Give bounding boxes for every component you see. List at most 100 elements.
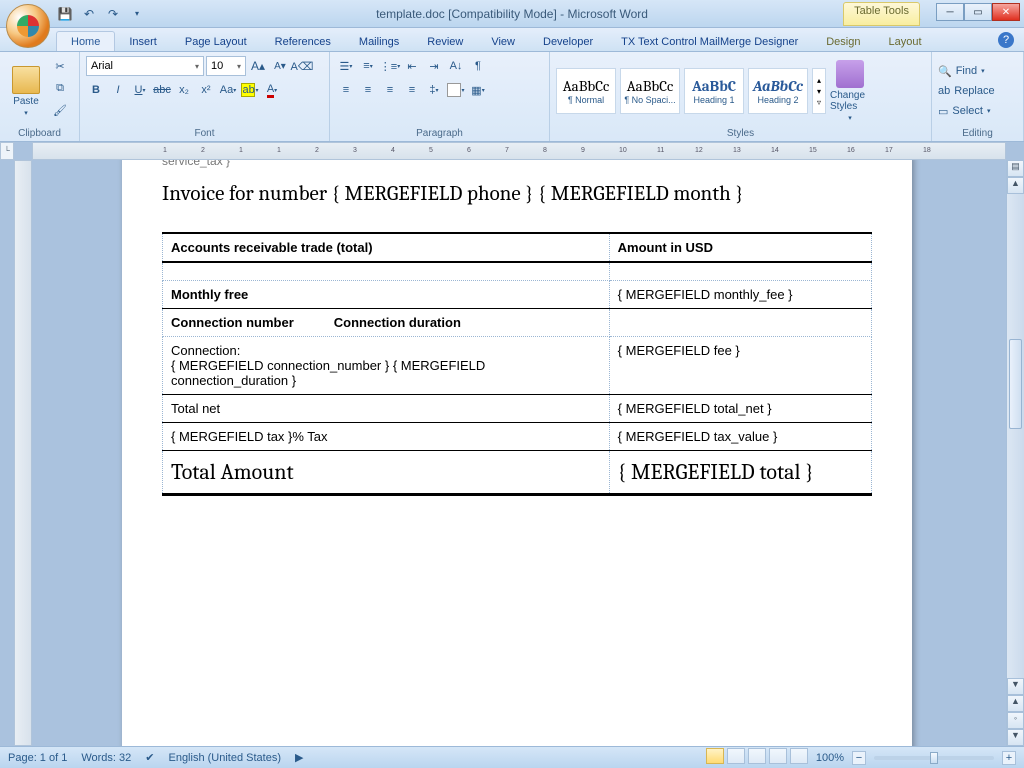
superscript-icon[interactable]: x²	[196, 80, 216, 100]
tab-home[interactable]: Home	[56, 31, 115, 51]
workspace: └ 121123456789101112131415161718 service…	[0, 142, 1024, 746]
show-marks-icon[interactable]: ¶	[468, 56, 488, 76]
view-web-icon[interactable]	[748, 748, 766, 764]
cell: { MERGEFIELD total_net }	[609, 394, 871, 422]
select-button[interactable]: ▭Select▾	[938, 102, 1017, 120]
tab-review[interactable]: Review	[413, 32, 477, 51]
change-styles-button[interactable]: Change Styles▾	[830, 60, 870, 122]
change-case-icon[interactable]: Aa▾	[218, 80, 238, 100]
qat-redo-icon[interactable]: ↷	[104, 5, 122, 23]
tab-design[interactable]: Design	[812, 32, 874, 51]
borders-icon[interactable]: ▦▾	[468, 80, 488, 100]
vertical-scrollbar[interactable]: ▤ ▲ ▼ ▲ ◦ ▼	[1006, 160, 1024, 746]
minimize-button[interactable]: ─	[936, 3, 964, 21]
zoom-slider[interactable]	[874, 756, 994, 760]
align-right-icon[interactable]: ≡	[380, 80, 400, 100]
style-normal[interactable]: AaBbCc¶ Normal	[556, 68, 616, 114]
cell: { MERGEFIELD tax_value }	[609, 422, 871, 450]
tab-references[interactable]: References	[261, 32, 345, 51]
tab-insert[interactable]: Insert	[115, 32, 171, 51]
help-icon[interactable]: ?	[998, 32, 1014, 48]
qat-undo-icon[interactable]: ↶	[80, 5, 98, 23]
style-heading1[interactable]: AaBbCHeading 1	[684, 68, 744, 114]
align-center-icon[interactable]: ≡	[358, 80, 378, 100]
align-left-icon[interactable]: ≡	[336, 80, 356, 100]
font-color-icon[interactable]: A▾	[262, 80, 282, 100]
status-language[interactable]: English (United States)	[168, 752, 281, 764]
subscript-icon[interactable]: x₂	[174, 80, 194, 100]
maximize-button[interactable]: ▭	[964, 3, 992, 21]
font-family-combo[interactable]: Arial▾	[86, 56, 204, 76]
numbering-icon[interactable]: ≡▾	[358, 56, 378, 76]
vertical-ruler[interactable]	[14, 160, 32, 746]
view-print-layout-icon[interactable]	[706, 748, 724, 764]
group-paragraph: ☰▾ ≡▾ ⋮≡▾ ⇤ ⇥ A↓ ¶ ≡ ≡ ≡ ≡ ‡▾ ▾ ▦▾ Parag…	[330, 52, 550, 141]
strike-icon[interactable]: abc	[152, 80, 172, 100]
format-painter-icon[interactable]: 🖌	[50, 100, 70, 120]
multilevel-icon[interactable]: ⋮≡▾	[380, 56, 400, 76]
tab-page-layout[interactable]: Page Layout	[171, 32, 261, 51]
cell	[609, 308, 871, 336]
view-draft-icon[interactable]	[790, 748, 808, 764]
view-outline-icon[interactable]	[769, 748, 787, 764]
qat-save-icon[interactable]: 💾	[56, 5, 74, 23]
copy-icon[interactable]: ⧉	[50, 78, 70, 98]
browse-object-icon[interactable]: ◦	[1007, 712, 1024, 729]
next-page-icon[interactable]: ▼	[1007, 729, 1024, 746]
invoice-heading[interactable]: Invoice for number { MERGEFIELD phone } …	[162, 176, 872, 206]
find-button[interactable]: 🔍Find▾	[938, 62, 1017, 80]
horizontal-ruler[interactable]: 121123456789101112131415161718	[32, 142, 1006, 160]
ruler-toggle-icon[interactable]: ▤	[1007, 160, 1024, 177]
clear-formatting-icon[interactable]: A⌫	[292, 56, 312, 76]
paste-button[interactable]: Paste▾	[6, 56, 46, 126]
th-right: Amount in USD	[609, 233, 871, 262]
zoom-out-icon[interactable]: −	[852, 751, 866, 765]
style-heading2[interactable]: AaBbCcHeading 2	[748, 68, 808, 114]
zoom-value[interactable]: 100%	[816, 752, 844, 764]
scroll-down-icon[interactable]: ▼	[1007, 678, 1024, 695]
status-macro-icon[interactable]: ▶	[295, 751, 303, 764]
cell: Connection: { MERGEFIELD connection_numb…	[163, 336, 610, 394]
status-words[interactable]: Words: 32	[81, 752, 131, 764]
shrink-font-icon[interactable]: A▾	[270, 56, 290, 76]
status-proofing-icon[interactable]: ✔	[145, 751, 154, 764]
inc-indent-icon[interactable]: ⇥	[424, 56, 444, 76]
group-label: Clipboard	[6, 126, 73, 139]
document-viewport[interactable]: service_tax } Invoice for number { MERGE…	[32, 160, 1006, 746]
cut-icon[interactable]: ✂	[50, 56, 70, 76]
justify-icon[interactable]: ≡	[402, 80, 422, 100]
qat-customize-icon[interactable]: ▾	[128, 5, 146, 23]
close-button[interactable]: ✕	[992, 3, 1020, 21]
scroll-thumb[interactable]	[1009, 339, 1022, 429]
view-full-screen-icon[interactable]	[727, 748, 745, 764]
sort-icon[interactable]: A↓	[446, 56, 466, 76]
office-button[interactable]	[6, 4, 50, 48]
replace-button[interactable]: abReplace	[938, 82, 1017, 100]
line-spacing-icon[interactable]: ‡▾	[424, 80, 444, 100]
bold-icon[interactable]: B	[86, 80, 106, 100]
tab-mailmerge-designer[interactable]: TX Text Control MailMerge Designer	[607, 32, 812, 51]
zoom-in-icon[interactable]: +	[1002, 751, 1016, 765]
scroll-up-icon[interactable]: ▲	[1007, 177, 1024, 194]
invoice-table[interactable]: Accounts receivable trade (total)Amount …	[162, 232, 872, 496]
grow-font-icon[interactable]: A▴	[248, 56, 268, 76]
tab-developer[interactable]: Developer	[529, 32, 607, 51]
style-no-spacing[interactable]: AaBbCc¶ No Spaci...	[620, 68, 680, 114]
highlight-icon[interactable]: ab▾	[240, 80, 260, 100]
tab-view[interactable]: View	[477, 32, 529, 51]
styles-gallery-scroll[interactable]: ▴▾▿	[812, 68, 826, 114]
tab-layout[interactable]: Layout	[874, 32, 935, 51]
font-size-combo[interactable]: 10▾	[206, 56, 246, 76]
dec-indent-icon[interactable]: ⇤	[402, 56, 422, 76]
status-bar: Page: 1 of 1 Words: 32 ✔ English (United…	[0, 746, 1024, 768]
tab-mailings[interactable]: Mailings	[345, 32, 413, 51]
bullets-icon[interactable]: ☰▾	[336, 56, 356, 76]
prev-page-icon[interactable]: ▲	[1007, 695, 1024, 712]
contextual-tab-label: Table Tools	[843, 2, 920, 26]
shading-icon[interactable]: ▾	[446, 80, 466, 100]
status-page[interactable]: Page: 1 of 1	[8, 752, 67, 764]
underline-icon[interactable]: U▾	[130, 80, 150, 100]
group-editing: 🔍Find▾ abReplace ▭Select▾ Editing	[932, 52, 1024, 141]
ruler-tab-selector[interactable]: └	[0, 142, 14, 160]
italic-icon[interactable]: I	[108, 80, 128, 100]
